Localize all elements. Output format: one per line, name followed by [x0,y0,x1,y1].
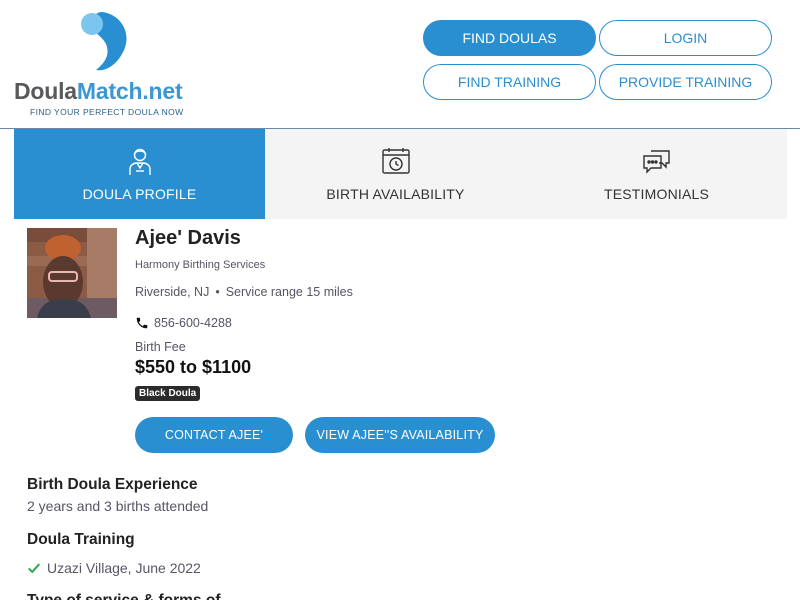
find-doulas-button[interactable]: FIND DOULAS [423,20,596,56]
tab-doula-profile[interactable]: DOULA PROFILE [14,129,265,219]
tab-label: DOULA PROFILE [82,186,197,202]
service-type-heading: Type of service & forms of [27,592,221,600]
training-item-text: Uzazi Village, June 2022 [47,560,201,576]
calendar-clock-icon [381,148,410,174]
training-item: Uzazi Village, June 2022 [27,560,201,576]
site-header: DoulaMatch.net FIND YOUR PERFECT DOULA N… [0,0,800,129]
logo-wordmark-b: Match.net [76,78,183,104]
location-line: Riverside, NJ • Service range 15 miles [135,285,353,299]
logo-mark-icon [81,12,127,71]
tab-label: BIRTH AVAILABILITY [326,186,465,202]
phone-icon [136,317,148,329]
person-icon [128,148,151,175]
site-logo[interactable]: DoulaMatch.net FIND YOUR PERFECT DOULA N… [14,10,204,120]
training-heading: Doula Training [27,531,135,548]
logo-wordmark-a: Doula [14,78,77,104]
doula-name: Ajee' Davis [135,227,241,249]
experience-text: 2 years and 3 births attended [27,498,209,514]
find-training-button[interactable]: FIND TRAINING [423,64,596,100]
birth-fee-label: Birth Fee [135,340,186,354]
logo-wordmark: DoulaMatch.net [14,78,183,105]
provide-training-button[interactable]: PROVIDE TRAINING [599,64,772,100]
doula-badge: Black Doula [135,386,201,401]
experience-heading: Birth Doula Experience [27,476,198,493]
profile-photo-image [27,228,117,318]
agency-name: Harmony Birthing Services [135,259,266,271]
birth-fee-value: $550 to $1100 [135,357,252,377]
chat-bubbles-icon [642,150,670,174]
separator-dot: • [215,285,220,299]
location-text: Riverside, NJ [135,285,210,299]
tab-birth-availability[interactable]: BIRTH AVAILABILITY [265,129,526,219]
login-button[interactable]: LOGIN [599,20,772,56]
tab-testimonials[interactable]: TESTIMONIALS [526,129,787,219]
profile-photo [27,228,117,318]
profile-tabs: DOULA PROFILE BIRTH AVAILABILITY TESTIMO… [14,129,787,219]
contact-button[interactable]: CONTACT AJEE' [135,417,293,453]
checkmark-icon [28,563,40,574]
view-availability-button[interactable]: VIEW AJEE''S AVAILABILITY [305,417,495,453]
service-range-text: Service range 15 miles [225,285,353,299]
logo-tagline: FIND YOUR PERFECT DOULA NOW [30,107,184,117]
phone-line: 856-600-4288 [135,316,232,330]
phone-number[interactable]: 856-600-4288 [154,316,232,330]
tab-label: TESTIMONIALS [603,186,710,202]
